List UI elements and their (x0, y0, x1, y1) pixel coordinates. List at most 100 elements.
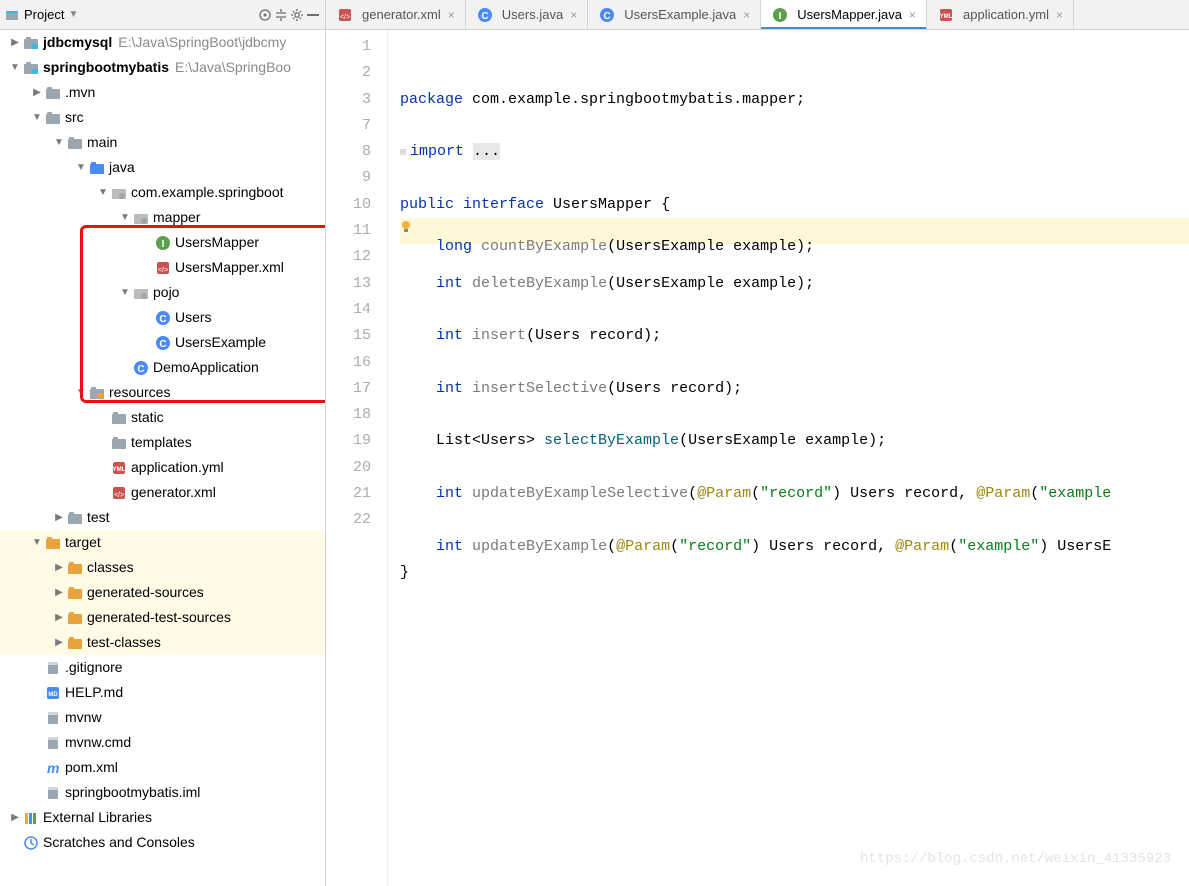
close-icon[interactable]: × (570, 8, 577, 22)
code-line[interactable] (400, 113, 1189, 139)
tree-arrow[interactable]: ▶ (8, 805, 22, 830)
tree-item-java[interactable]: ▼java (0, 155, 325, 180)
locate-icon[interactable] (257, 7, 273, 23)
tab-generator-xml[interactable]: </>generator.xml× (326, 0, 466, 29)
tree-item-usersmapper-xml[interactable]: </>UsersMapper.xml (0, 255, 325, 280)
svg-text:m: m (47, 760, 59, 776)
tree-arrow[interactable]: ▶ (52, 505, 66, 530)
tree-arrow[interactable]: ▶ (52, 605, 66, 630)
tree-item-usersexample[interactable]: CUsersExample (0, 330, 325, 355)
code-line[interactable] (400, 507, 1189, 533)
tree-arrow[interactable]: ▶ (52, 580, 66, 605)
code-line[interactable]: List<Users> selectByExample(UsersExample… (400, 428, 1189, 454)
tree-arrow[interactable]: ▼ (118, 280, 132, 305)
code-line[interactable]: int insert(Users record); (400, 323, 1189, 349)
tree-item-help-md[interactable]: MDHELP.md (0, 680, 325, 705)
code-line[interactable] (400, 402, 1189, 428)
code-line[interactable] (400, 165, 1189, 191)
tree-arrow[interactable]: ▼ (118, 205, 132, 230)
tree-item-generated-sources[interactable]: ▶generated-sources (0, 580, 325, 605)
code-line[interactable]: int insertSelective(Users record); (400, 376, 1189, 402)
tree-item-src[interactable]: ▼src (0, 105, 325, 130)
folder-icon (110, 434, 128, 452)
tab-application-yml[interactable]: YMLapplication.yml× (927, 0, 1074, 29)
line-number: 20 (326, 455, 371, 481)
close-icon[interactable]: × (743, 8, 750, 22)
tree-arrow[interactable]: ▶ (30, 80, 44, 105)
tree-arrow[interactable]: ▼ (74, 380, 88, 405)
code-line[interactable]: int deleteByExample(UsersExample example… (400, 271, 1189, 297)
code-line[interactable]: int updateByExampleSelective(@Param("rec… (400, 481, 1189, 507)
code-line[interactable]: int updateByExample(@Param("record") Use… (400, 534, 1189, 560)
tree-item-pojo[interactable]: ▼pojo (0, 280, 325, 305)
tree-item-resources[interactable]: ▼ resources (0, 380, 325, 405)
close-icon[interactable]: × (448, 8, 455, 22)
tree-item-test[interactable]: ▶test (0, 505, 325, 530)
line-gutter: 12378910111213141516171819202122 (326, 30, 388, 886)
tree-item-users[interactable]: CUsers (0, 305, 325, 330)
tree-item-mvnw[interactable]: mvnw (0, 705, 325, 730)
code-line[interactable]: ⊞import ... (400, 139, 1189, 165)
collapse-icon[interactable] (273, 7, 289, 23)
tree-item-label: resources (109, 380, 170, 405)
tree-item-com-example-springboot[interactable]: ▼com.example.springboot (0, 180, 325, 205)
tree-arrow[interactable]: ▼ (30, 530, 44, 555)
line-number: 10 (326, 192, 371, 218)
tree-item-scratches-and-consoles[interactable]: Scratches and Consoles (0, 830, 325, 855)
tree-item-static[interactable]: static (0, 405, 325, 430)
code-editor[interactable]: 12378910111213141516171819202122 package… (326, 30, 1189, 886)
line-number: 1 (326, 34, 371, 60)
tree-item-mapper[interactable]: ▼mapper (0, 205, 325, 230)
tree-arrow[interactable]: ▼ (30, 105, 44, 130)
tab-users-java[interactable]: CUsers.java× (466, 0, 588, 29)
tree-item-templates[interactable]: templates (0, 430, 325, 455)
tree-item-springbootmybatis-iml[interactable]: springbootmybatis.iml (0, 780, 325, 805)
tree-arrow[interactable]: ▶ (52, 555, 66, 580)
tree-item-mvnw-cmd[interactable]: mvnw.cmd (0, 730, 325, 755)
tree-item-application-yml[interactable]: YMLapplication.yml (0, 455, 325, 480)
hide-icon[interactable] (305, 7, 321, 23)
tree-arrow[interactable]: ▶ (8, 30, 22, 55)
close-icon[interactable]: × (909, 8, 916, 22)
tree-arrow[interactable]: ▼ (96, 180, 110, 205)
tree-item-demoapplication[interactable]: CDemoApplication (0, 355, 325, 380)
code-content[interactable]: package com.example.springbootmybatis.ma… (388, 30, 1189, 886)
code-line[interactable] (400, 455, 1189, 481)
code-line[interactable] (400, 350, 1189, 376)
tree-item--mvn[interactable]: ▶.mvn (0, 80, 325, 105)
tab-usersexample-java[interactable]: CUsersExample.java× (588, 0, 761, 29)
tab-usersmapper-java[interactable]: IUsersMapper.java× (761, 0, 927, 29)
tree-arrow[interactable]: ▼ (74, 155, 88, 180)
tree-arrow[interactable]: ▼ (8, 55, 22, 80)
tree-item-target[interactable]: ▼target (0, 530, 325, 555)
code-line[interactable]: long countByExample(UsersExample example… (400, 218, 1189, 244)
file-icon (44, 734, 62, 752)
package-icon (132, 209, 150, 227)
tree-item-external-libraries[interactable]: ▶External Libraries (0, 805, 325, 830)
tree-item-test-classes[interactable]: ▶test-classes (0, 630, 325, 655)
file-icon (44, 659, 62, 677)
file-icon (44, 709, 62, 727)
tree-arrow[interactable]: ▶ (52, 630, 66, 655)
gear-icon[interactable] (289, 7, 305, 23)
tree-item-classes[interactable]: ▶classes (0, 555, 325, 580)
tree-item-pom-xml[interactable]: mpom.xml (0, 755, 325, 780)
svg-text:C: C (604, 11, 611, 22)
tree-item-main[interactable]: ▼main (0, 130, 325, 155)
tree-item-generator-xml[interactable]: </>generator.xml (0, 480, 325, 505)
tab-label: UsersMapper.java (797, 7, 902, 22)
close-icon[interactable]: × (1056, 8, 1063, 22)
code-line[interactable]: public interface UsersMapper { (400, 192, 1189, 218)
tree-item-usersmapper[interactable]: IUsersMapper (0, 230, 325, 255)
code-line[interactable] (400, 297, 1189, 323)
tree-arrow[interactable]: ▼ (52, 130, 66, 155)
project-tree[interactable]: ▶jdbcmysqlE:\Java\SpringBoot\jdbcmy▼spri… (0, 30, 325, 886)
code-line[interactable]: package com.example.springbootmybatis.ma… (400, 87, 1189, 113)
tree-item--gitignore[interactable]: .gitignore (0, 655, 325, 680)
tree-item-jdbcmysql[interactable]: ▶jdbcmysqlE:\Java\SpringBoot\jdbcmy (0, 30, 325, 55)
bulb-icon[interactable] (398, 218, 414, 234)
code-line[interactable]: } (400, 560, 1189, 586)
tree-item-generated-test-sources[interactable]: ▶generated-test-sources (0, 605, 325, 630)
sidebar-title[interactable]: Project ▼ (20, 5, 82, 24)
tree-item-springbootmybatis[interactable]: ▼springbootmybatisE:\Java\SpringBoo (0, 55, 325, 80)
